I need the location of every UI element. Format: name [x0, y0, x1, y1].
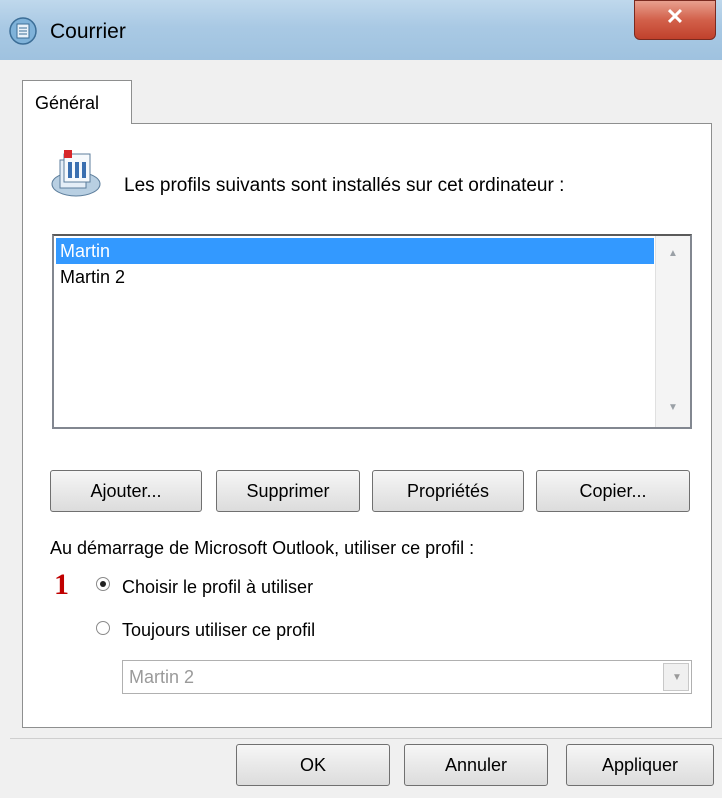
- mail-profiles-icon: [51, 150, 101, 197]
- tab-general-label: Général: [35, 93, 100, 113]
- properties-button[interactable]: Propriétés: [372, 470, 524, 512]
- add-profile-button[interactable]: Ajouter...: [50, 470, 202, 512]
- radio-selected-dot: [100, 581, 106, 587]
- tab-general[interactable]: Général: [22, 80, 132, 124]
- default-profile-value: Martin 2: [129, 667, 195, 687]
- window-title: Courrier: [50, 20, 126, 43]
- profile-list-scrollbar[interactable]: ▲ ▼: [655, 236, 690, 427]
- close-button[interactable]: ✕: [634, 0, 716, 40]
- profile-item-martin[interactable]: Martin: [56, 238, 654, 264]
- profile-list[interactable]: Martin Martin 2 ▲ ▼: [52, 234, 692, 429]
- title-bar[interactable]: Courrier ✕: [0, 0, 722, 60]
- apply-button[interactable]: Appliquer: [566, 744, 714, 786]
- copy-profile-button[interactable]: Copier...: [536, 470, 690, 512]
- scroll-up-icon[interactable]: ▲: [668, 248, 678, 259]
- close-icon: ✕: [665, 4, 685, 29]
- default-profile-select[interactable]: Martin 2 ▼: [122, 660, 692, 694]
- choose-profile-label[interactable]: Choisir le profil à utiliser: [122, 577, 313, 598]
- startup-label: Au démarrage de Microsoft Outlook, utili…: [50, 538, 475, 558]
- dropdown-button[interactable]: ▼: [663, 663, 689, 691]
- cancel-button[interactable]: Annuler: [404, 744, 548, 786]
- annotation-number: 1: [54, 568, 69, 601]
- mail-dialog: Courrier ✕ Général Les profils suivants …: [0, 0, 722, 798]
- profile-item-martin-2[interactable]: Martin 2: [56, 264, 654, 290]
- mail-profile-icon: [9, 17, 37, 45]
- scroll-down-icon[interactable]: ▼: [668, 402, 678, 413]
- radio-always-use-profile[interactable]: [96, 621, 110, 635]
- footer-divider: [10, 738, 722, 739]
- ok-button[interactable]: OK: [236, 744, 390, 786]
- intro-text: Les profils suivants sont installés sur …: [124, 175, 565, 196]
- remove-profile-button[interactable]: Supprimer: [216, 470, 360, 512]
- always-use-profile-label[interactable]: Toujours utiliser ce profil: [122, 620, 315, 641]
- chevron-down-icon: ▼: [672, 672, 682, 683]
- radio-choose-profile[interactable]: [96, 577, 110, 591]
